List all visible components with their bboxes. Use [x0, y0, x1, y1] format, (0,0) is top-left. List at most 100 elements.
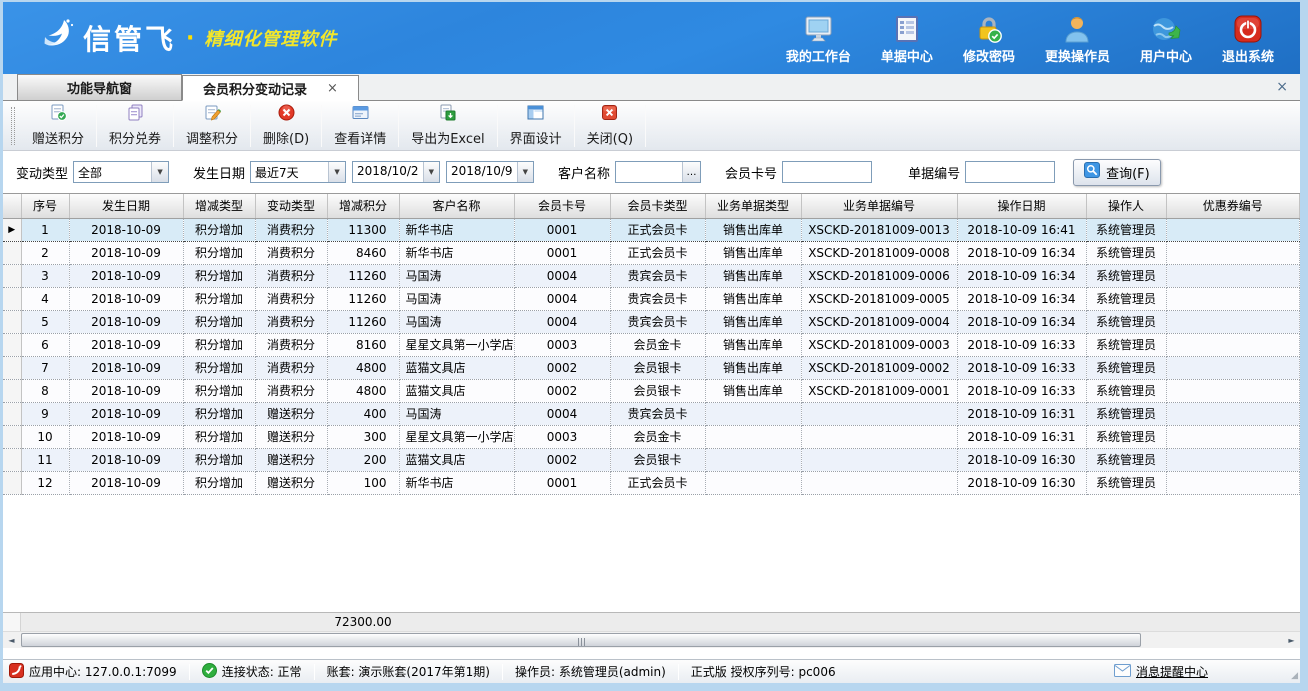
scroll-right-arrow-icon[interactable]: ► [1283, 632, 1300, 648]
toolbar-button-delete[interactable]: 删除(D) [251, 103, 321, 149]
table-cell: 销售出库单 [705, 379, 801, 402]
table-cell: 2018-10-09 [69, 218, 183, 241]
tab-close-icon[interactable]: × [327, 81, 338, 96]
change-type-select[interactable]: 全部 ▼ [73, 161, 169, 183]
toolbar-button-close-panel[interactable]: 关闭(Q) [575, 103, 645, 149]
chevron-down-icon[interactable]: ▼ [151, 162, 168, 182]
date-to-picker[interactable]: 2018/10/9 ▼ [446, 161, 534, 183]
table-cell: 星星文具第一小学店 [399, 333, 514, 356]
toolbar-button-redeem-coupon-pages[interactable]: 积分兑券 [97, 103, 173, 149]
table-row[interactable]: 62018-10-09积分增加消费积分8160星星文具第一小学店0003会员金卡… [3, 333, 1300, 356]
customer-name-input[interactable] [616, 162, 682, 182]
column-header[interactable]: 业务单据类型 [705, 194, 801, 218]
workstation-monitor-icon [803, 12, 834, 44]
table-row[interactable]: 112018-10-09积分增加赠送积分200蓝猫文具店0002会员银卡2018… [3, 448, 1300, 471]
table-cell: XSCKD-20181009-0004 [801, 310, 957, 333]
table-cell [801, 448, 957, 471]
table-cell: XSCKD-20181009-0006 [801, 264, 957, 287]
table-row[interactable]: ▶12018-10-09积分增加消费积分11300新华书店0001正式会员卡销售… [3, 218, 1300, 241]
date-from-picker[interactable]: 2018/10/2 ▼ [352, 161, 440, 183]
table-cell: 8460 [327, 241, 399, 264]
doc-no-input[interactable] [965, 161, 1055, 183]
column-header[interactable]: 客户名称 [399, 194, 514, 218]
row-indicator [3, 333, 21, 356]
table-row[interactable]: 32018-10-09积分增加消费积分11260马国涛0004贵宾会员卡销售出库… [3, 264, 1300, 287]
table-row[interactable]: 72018-10-09积分增加消费积分4800蓝猫文具店0002会员银卡销售出库… [3, 356, 1300, 379]
column-header[interactable]: 会员卡类型 [610, 194, 705, 218]
resize-grip-icon[interactable]: ◢ [1291, 671, 1298, 681]
table-cell: 系统管理员 [1086, 402, 1166, 425]
nav-change-password-lock[interactable]: 修改密码 [963, 12, 1015, 65]
table-row[interactable]: 92018-10-09积分增加赠送积分400马国涛0004贵宾会员卡2018-1… [3, 402, 1300, 425]
table-cell: XSCKD-20181009-0002 [801, 356, 957, 379]
toolbar-button-view-details-window[interactable]: 查看详情 [322, 103, 398, 149]
change-password-lock-icon [974, 12, 1004, 44]
table-cell: 0004 [514, 287, 610, 310]
column-header[interactable]: 增减积分 [327, 194, 399, 218]
table-cell: 消费积分 [255, 310, 327, 333]
column-header[interactable]: 业务单据编号 [801, 194, 957, 218]
toolbar-drag-handle-icon[interactable] [11, 107, 15, 145]
table-cell [1166, 241, 1300, 264]
chevron-down-icon[interactable]: ▼ [423, 162, 439, 182]
nav-workstation-monitor[interactable]: 我的工作台 [786, 12, 851, 65]
column-header[interactable]: 优惠券编号 [1166, 194, 1300, 218]
toolbar-button-label: 界面设计 [510, 128, 562, 147]
table-row[interactable]: 82018-10-09积分增加消费积分4800蓝猫文具店0002会员银卡销售出库… [3, 379, 1300, 402]
table-cell [1166, 379, 1300, 402]
table-cell: 0003 [514, 425, 610, 448]
chevron-down-icon[interactable]: ▼ [517, 162, 533, 182]
column-header[interactable]: 发生日期 [69, 194, 183, 218]
nav-exit-system-power[interactable]: 退出系统 [1222, 12, 1274, 65]
date-range-value: 最近7天 [251, 162, 328, 182]
toolbar-button-adjust-points-edit[interactable]: 调整积分 [174, 103, 250, 149]
app-logo: 信管飞 · 精细化管理软件 [33, 17, 337, 59]
scrollbar-thumb[interactable] [21, 633, 1141, 647]
status-separator [502, 664, 503, 680]
ellipsis-lookup-icon[interactable]: … [682, 162, 700, 182]
tabstrip-close-icon[interactable]: × [1276, 79, 1288, 95]
date-label: 发生日期 [193, 163, 245, 182]
table-row[interactable]: 52018-10-09积分增加消费积分11260马国涛0004贵宾会员卡销售出库… [3, 310, 1300, 333]
column-header[interactable]: 增减类型 [183, 194, 255, 218]
table-cell: 销售出库单 [705, 287, 801, 310]
column-header[interactable]: 操作日期 [957, 194, 1086, 218]
horizontal-scrollbar[interactable]: ◄ ► [3, 631, 1300, 648]
message-center-link[interactable]: 消息提醒中心 [1114, 663, 1208, 680]
table-cell: 7 [21, 356, 69, 379]
query-button[interactable]: 查询(F) [1073, 159, 1161, 186]
toolbar-items: 赠送积分积分兑券调整积分删除(D)查看详情导出为Excel 界面设计关闭(Q) [20, 103, 646, 149]
table-cell: 马国涛 [399, 287, 514, 310]
chevron-down-icon[interactable]: ▼ [328, 162, 345, 182]
column-header[interactable]: 序号 [21, 194, 69, 218]
table-cell: 0003 [514, 333, 610, 356]
table-cell [1166, 310, 1300, 333]
status-app-center: 应用中心: 127.0.0.1:7099 [9, 663, 177, 681]
table-cell: 系统管理员 [1086, 287, 1166, 310]
date-range-select[interactable]: 最近7天 ▼ [250, 161, 346, 183]
table-cell: 积分增加 [183, 471, 255, 494]
scroll-left-arrow-icon[interactable]: ◄ [3, 632, 20, 648]
table-row[interactable]: 22018-10-09积分增加消费积分8460新华书店0001正式会员卡销售出库… [3, 241, 1300, 264]
tab-member-points-record[interactable]: 会员积分变动记录 × [182, 75, 359, 101]
column-header[interactable]: 会员卡号 [514, 194, 610, 218]
column-header[interactable]: 操作人 [1086, 194, 1166, 218]
nav-document-center[interactable]: 单据中心 [881, 12, 933, 65]
table-row[interactable]: 102018-10-09积分增加赠送积分300星星文具第一小学店0003会员金卡… [3, 425, 1300, 448]
table-row[interactable]: 122018-10-09积分增加赠送积分100新华书店0001正式会员卡2018… [3, 471, 1300, 494]
column-header[interactable]: 变动类型 [255, 194, 327, 218]
nav-switch-operator-person[interactable]: 更换操作员 [1045, 12, 1110, 65]
toolbar-button-ui-design-window[interactable]: 界面设计 [498, 103, 574, 149]
toolbar-button-gift-points-page-check[interactable]: 赠送积分 [20, 103, 96, 149]
table-cell: 消费积分 [255, 287, 327, 310]
toolbar-button-export-excel[interactable]: 导出为Excel [399, 103, 496, 149]
nav-user-center-globe[interactable]: 用户中心 [1140, 12, 1192, 65]
card-no-input[interactable] [782, 161, 872, 183]
summary-indicator-cell [3, 613, 21, 631]
table-row[interactable]: 42018-10-09积分增加消费积分11260马国涛0004贵宾会员卡销售出库… [3, 287, 1300, 310]
tab-label: 功能导航窗 [67, 78, 132, 97]
table-cell: 积分增加 [183, 264, 255, 287]
table-cell: 积分增加 [183, 402, 255, 425]
table-cell: 0004 [514, 310, 610, 333]
tab-function-navigator[interactable]: 功能导航窗 [17, 74, 182, 100]
